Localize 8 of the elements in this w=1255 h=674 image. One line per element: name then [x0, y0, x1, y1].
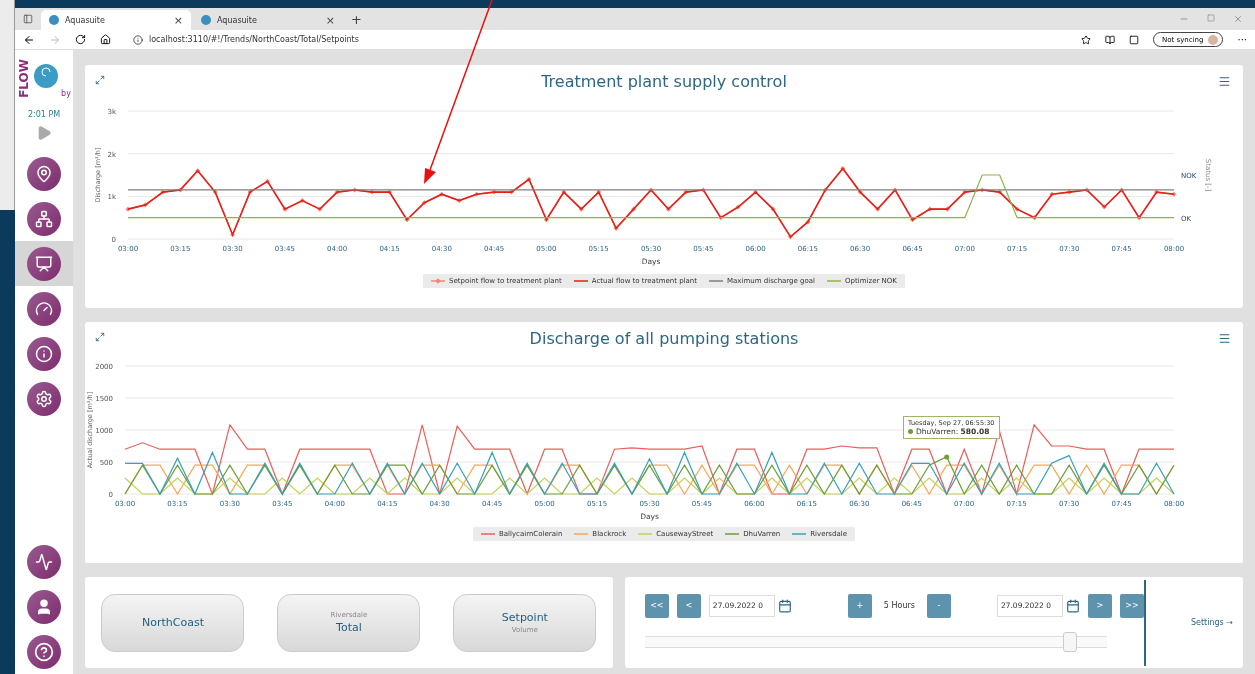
- clock-time: 2:01 PM: [27, 110, 61, 119]
- tab-title: Aquasuite: [65, 15, 105, 25]
- chart-title: Treatment plant supply control: [541, 72, 787, 93]
- span-label: 5 Hours: [882, 601, 916, 610]
- logo-text: FLOW: [17, 58, 32, 98]
- tab-title: Aquasuite: [217, 15, 257, 25]
- chart-title: Discharge of all pumping stations: [529, 329, 799, 350]
- logo-by: by: [61, 89, 71, 98]
